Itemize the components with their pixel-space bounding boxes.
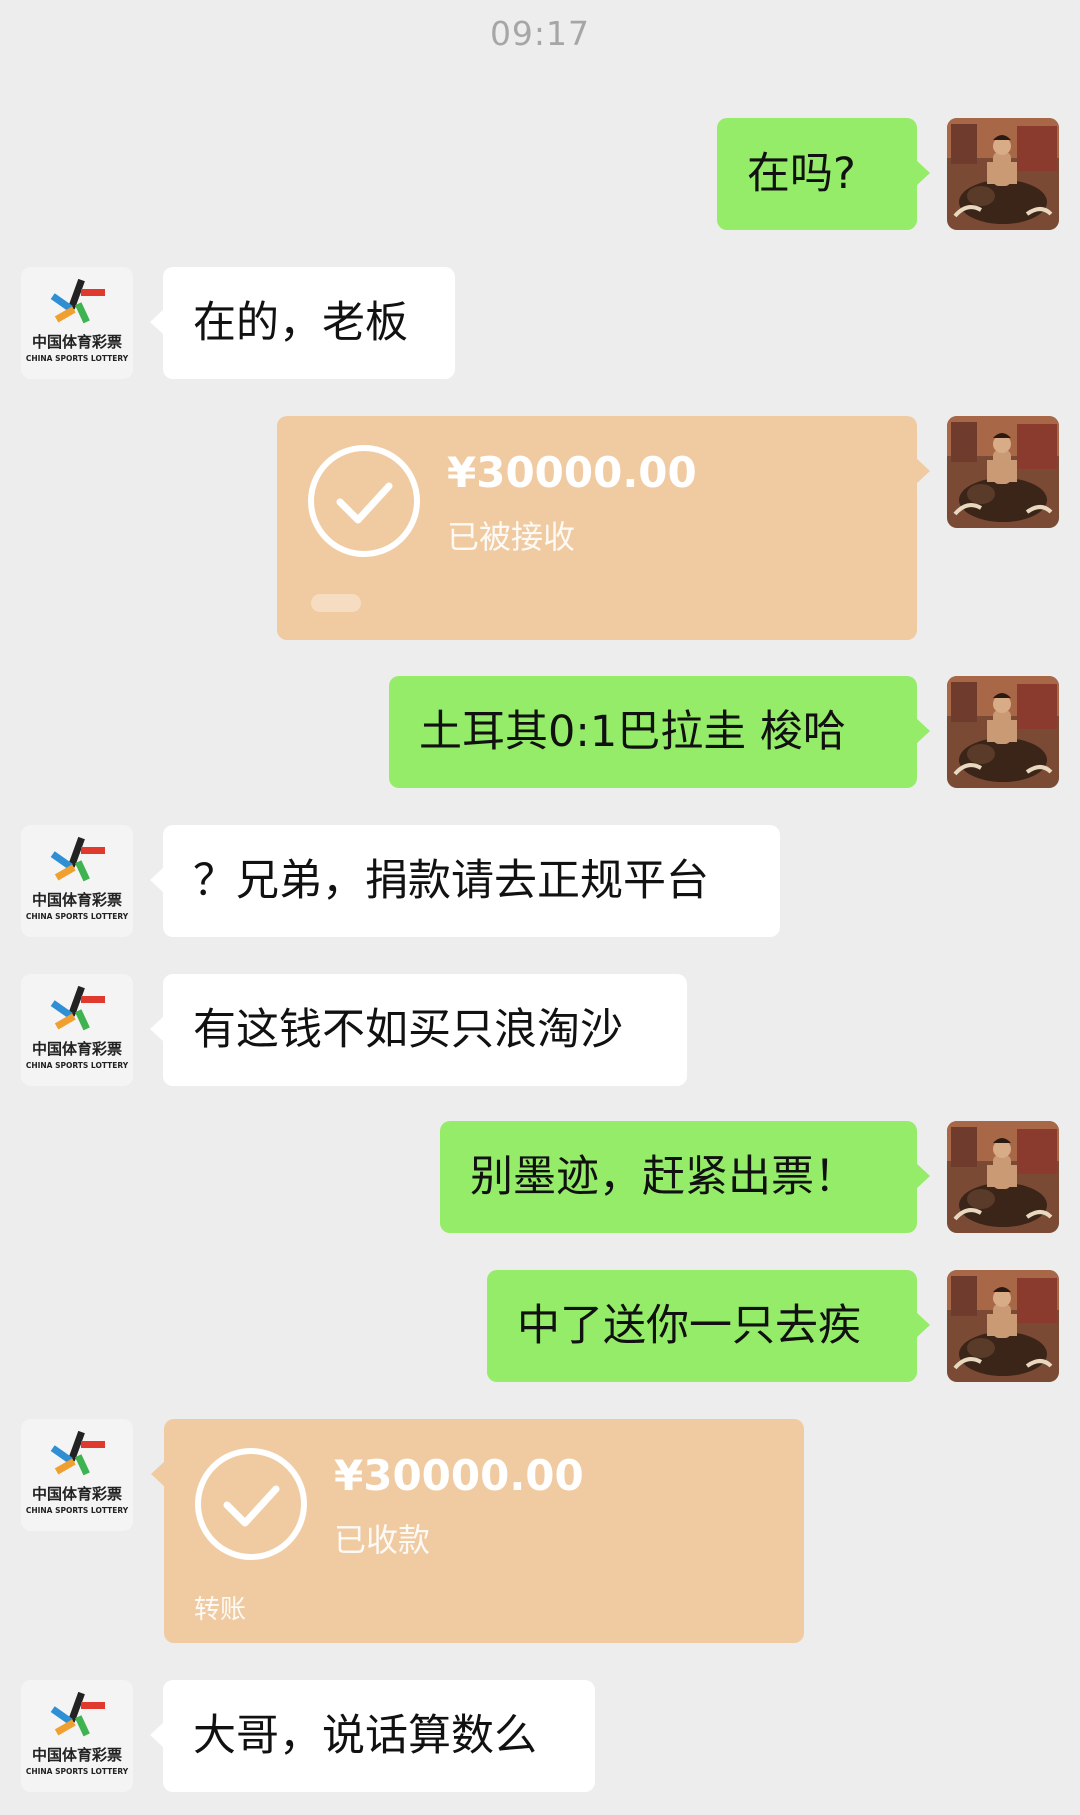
check-circle-icon [308,445,420,557]
lottery-logo-icon: 中国体育彩票 CHINA SPORTS LOTTERY [21,825,133,937]
logo-name: 中国体育彩票 [32,1040,122,1058]
transfer-amount: ¥30000.00 [334,1451,584,1500]
transfer-status: 已收款 [334,1521,431,1559]
message-bubble-received[interactable]: ？兄弟，捐款请去正规平台 [150,825,780,937]
transfer-card-sent[interactable]: ¥30000.00 已被接收 [277,416,930,640]
logo-subtitle: CHINA SPORTS LOTTERY [26,1506,129,1515]
transfer-amount: ¥30000.00 [447,448,697,497]
logo-subtitle: CHINA SPORTS LOTTERY [26,1767,129,1776]
message-bubble-received[interactable]: 在的，老板 [150,267,455,379]
lottery-logo-icon: 中国体育彩票 CHINA SPORTS LOTTERY [21,267,133,379]
lottery-logo-icon: 中国体育彩票 CHINA SPORTS LOTTERY [21,974,133,1086]
warrior-avatar-icon [947,676,1059,788]
lottery-logo-icon: 中国体育彩票 CHINA SPORTS LOTTERY [21,1680,133,1792]
logo-subtitle: CHINA SPORTS LOTTERY [26,912,129,921]
my-avatar[interactable] [947,416,1059,528]
transfer-status: 已被接收 [447,518,576,556]
message-bubble-sent[interactable]: 在吗? [717,118,930,230]
logo-subtitle: CHINA SPORTS LOTTERY [26,1061,129,1070]
warrior-avatar-icon [947,1270,1059,1382]
my-avatar[interactable] [947,118,1059,230]
message-bubble-sent[interactable]: 土耳其0:1巴拉圭 梭哈 [389,676,930,788]
message-bubble-received[interactable]: 有这钱不如买只浪淘沙 [150,974,687,1086]
contact-avatar[interactable]: 中国体育彩票 CHINA SPORTS LOTTERY [21,1419,133,1531]
contact-avatar[interactable]: 中国体育彩票 CHINA SPORTS LOTTERY [21,825,133,937]
contact-avatar[interactable]: 中国体育彩票 CHINA SPORTS LOTTERY [21,974,133,1086]
warrior-avatar-icon [947,416,1059,528]
logo-subtitle: CHINA SPORTS LOTTERY [26,354,129,363]
logo-name: 中国体育彩票 [32,891,122,909]
transfer-card-received[interactable]: ¥30000.00 已收款 转账 [151,1419,804,1643]
warrior-avatar-icon [947,118,1059,230]
blurred-label [311,594,361,612]
message-bubble-sent[interactable]: 别墨迹，赶紧出票！ [440,1121,930,1233]
contact-avatar[interactable]: 中国体育彩票 CHINA SPORTS LOTTERY [21,1680,133,1792]
lottery-logo-icon: 中国体育彩票 CHINA SPORTS LOTTERY [21,1419,133,1531]
message-bubble-received[interactable]: 大哥，说话算数么 [150,1680,595,1792]
transfer-label: 转账 [194,1595,247,1625]
my-avatar[interactable] [947,1270,1059,1382]
logo-name: 中国体育彩票 [32,1746,122,1764]
check-circle-icon [195,1448,307,1560]
message-bubble-sent[interactable]: 中了送你一只去疾 [487,1270,930,1382]
warrior-avatar-icon [947,1121,1059,1233]
logo-name: 中国体育彩票 [32,333,122,351]
my-avatar[interactable] [947,1121,1059,1233]
contact-avatar[interactable]: 中国体育彩票 CHINA SPORTS LOTTERY [21,267,133,379]
my-avatar[interactable] [947,676,1059,788]
logo-name: 中国体育彩票 [32,1485,122,1503]
timestamp: 09:17 [489,14,591,53]
